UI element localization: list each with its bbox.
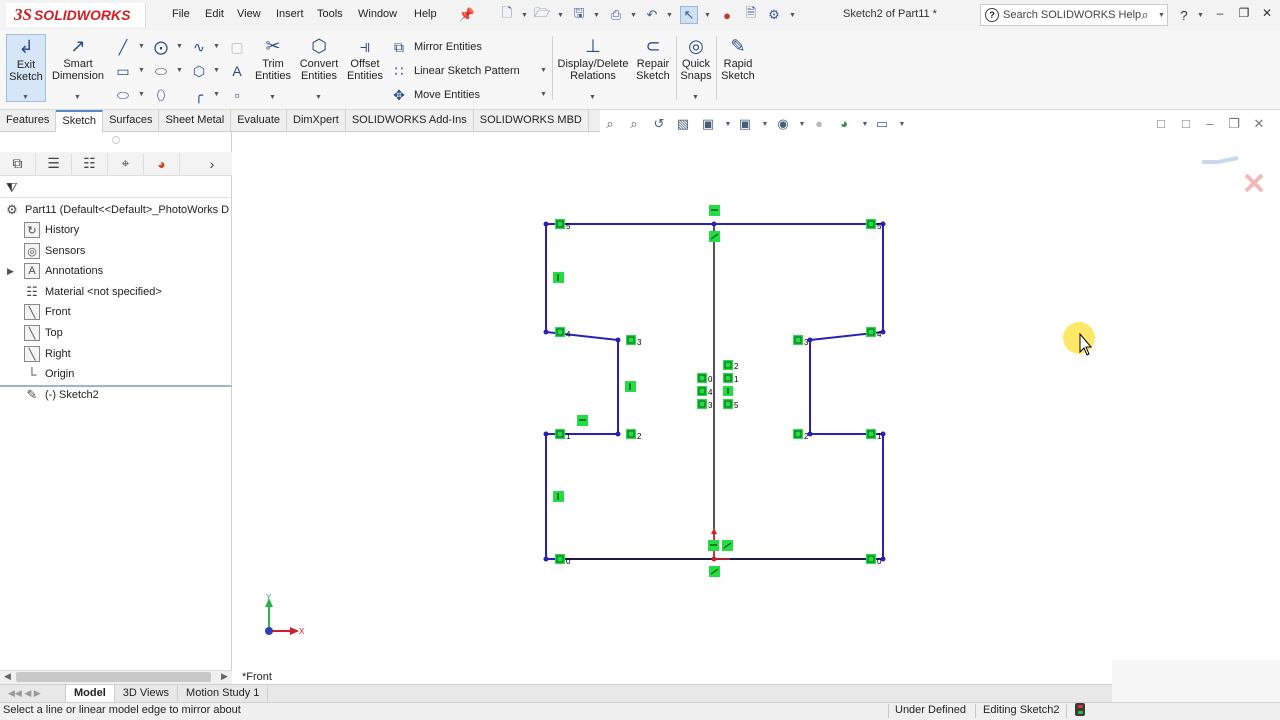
- editing-status: Editing Sketch2: [983, 704, 1060, 716]
- triad-y-label: Y: [266, 593, 272, 602]
- relation-label-3: 3: [708, 401, 713, 410]
- relation-label-3: 3: [804, 338, 809, 347]
- relation-horizontal-icon: [708, 540, 719, 551]
- relation-coincident-icon: [723, 399, 733, 409]
- sketch-relations[interactable]: 5 5 4 4 3 3 1 2 2 1 0 0 2 0 1 4 3 5: [553, 205, 882, 577]
- relation-label-0: 0: [566, 557, 571, 566]
- status-separator: [888, 704, 889, 718]
- confirmation-corner-accept-icon[interactable]: [1202, 156, 1239, 164]
- relation-label-2: 2: [637, 432, 642, 441]
- relation-label-4: 4: [566, 330, 571, 339]
- relation-label-5: 5: [877, 222, 882, 231]
- bottom-tab-motion-study[interactable]: Motion Study 1: [178, 685, 269, 702]
- relation-vertical-icon: [625, 381, 636, 392]
- relation-midpoint-icon: [722, 540, 733, 551]
- cursor-highlight: [1063, 322, 1095, 354]
- relation-coincident-icon: [626, 429, 636, 439]
- relation-label-2: 2: [734, 362, 739, 371]
- reference-triad: Y X: [265, 593, 305, 636]
- status-message: Select a line or linear model edge to mi…: [3, 704, 241, 716]
- relation-coincident-icon: [723, 373, 733, 383]
- relation-coincident-icon: [866, 554, 876, 564]
- relation-midpoint-icon: [709, 231, 720, 242]
- relation-label-3: 3: [637, 338, 642, 347]
- bottom-tabs: ◀◀ ◀ ▶ ▶▶ Model 3D Views Motion Study 1: [0, 684, 1112, 714]
- bottom-tab-model[interactable]: Model: [66, 685, 115, 702]
- sketch-state-status: Under Defined: [895, 704, 966, 716]
- relation-coincident-icon: [866, 429, 876, 439]
- rebuild-status-icon[interactable]: [1075, 703, 1085, 716]
- relation-vertical-icon: [553, 491, 564, 502]
- relation-vertical-icon: [723, 386, 733, 396]
- relation-coincident-icon: [555, 327, 565, 337]
- status-separator: [1066, 704, 1067, 718]
- relation-label-5: 5: [566, 222, 571, 231]
- triad-x-label: X: [299, 627, 305, 636]
- relation-coincident-icon: [793, 335, 803, 345]
- relation-label-2: 2: [804, 432, 809, 441]
- relation-label-4: 4: [708, 388, 713, 397]
- relation-coincident-icon: [866, 327, 876, 337]
- relation-coincident-icon: [555, 429, 565, 439]
- relation-coincident-icon: [697, 373, 707, 383]
- bottom-tab-nav-icon[interactable]: ◀◀ ◀ ▶ ▶▶: [0, 685, 66, 714]
- relation-label-1: 1: [877, 432, 882, 441]
- empty-corner: [1112, 660, 1280, 702]
- relation-coincident-icon: [866, 219, 876, 229]
- relation-label-1: 1: [566, 432, 571, 441]
- relation-coincident-icon: [697, 399, 707, 409]
- relation-vertical-icon: [553, 272, 564, 283]
- sketch-profile-right[interactable]: [714, 223, 884, 560]
- confirmation-corner-cancel-icon[interactable]: [1244, 173, 1264, 193]
- relation-label-5: 5: [734, 401, 739, 410]
- status-separator: [975, 704, 976, 718]
- relation-horizontal-icon: [577, 415, 588, 426]
- relation-label-0: 0: [708, 375, 713, 384]
- relation-horizontal-icon: [709, 205, 720, 216]
- relation-label-1: 1: [734, 375, 739, 384]
- relation-label-4: 4: [877, 330, 882, 339]
- relation-coincident-icon: [723, 360, 733, 370]
- relation-coincident-icon: [555, 219, 565, 229]
- relation-coincident-icon: [793, 429, 803, 439]
- sketch-canvas[interactable]: 5 5 4 4 3 3 1 2 2 1 0 0 2 0 1 4 3 5 Y X: [0, 0, 1280, 720]
- relation-coincident-icon: [555, 554, 565, 564]
- relation-label-0: 0: [877, 557, 882, 566]
- relation-coincident-icon: [697, 386, 707, 396]
- view-name-label: *Front: [242, 671, 272, 683]
- bottom-tab-3d-views[interactable]: 3D Views: [115, 685, 179, 702]
- relation-midpoint-icon: [709, 566, 720, 577]
- relation-coincident-icon: [626, 335, 636, 345]
